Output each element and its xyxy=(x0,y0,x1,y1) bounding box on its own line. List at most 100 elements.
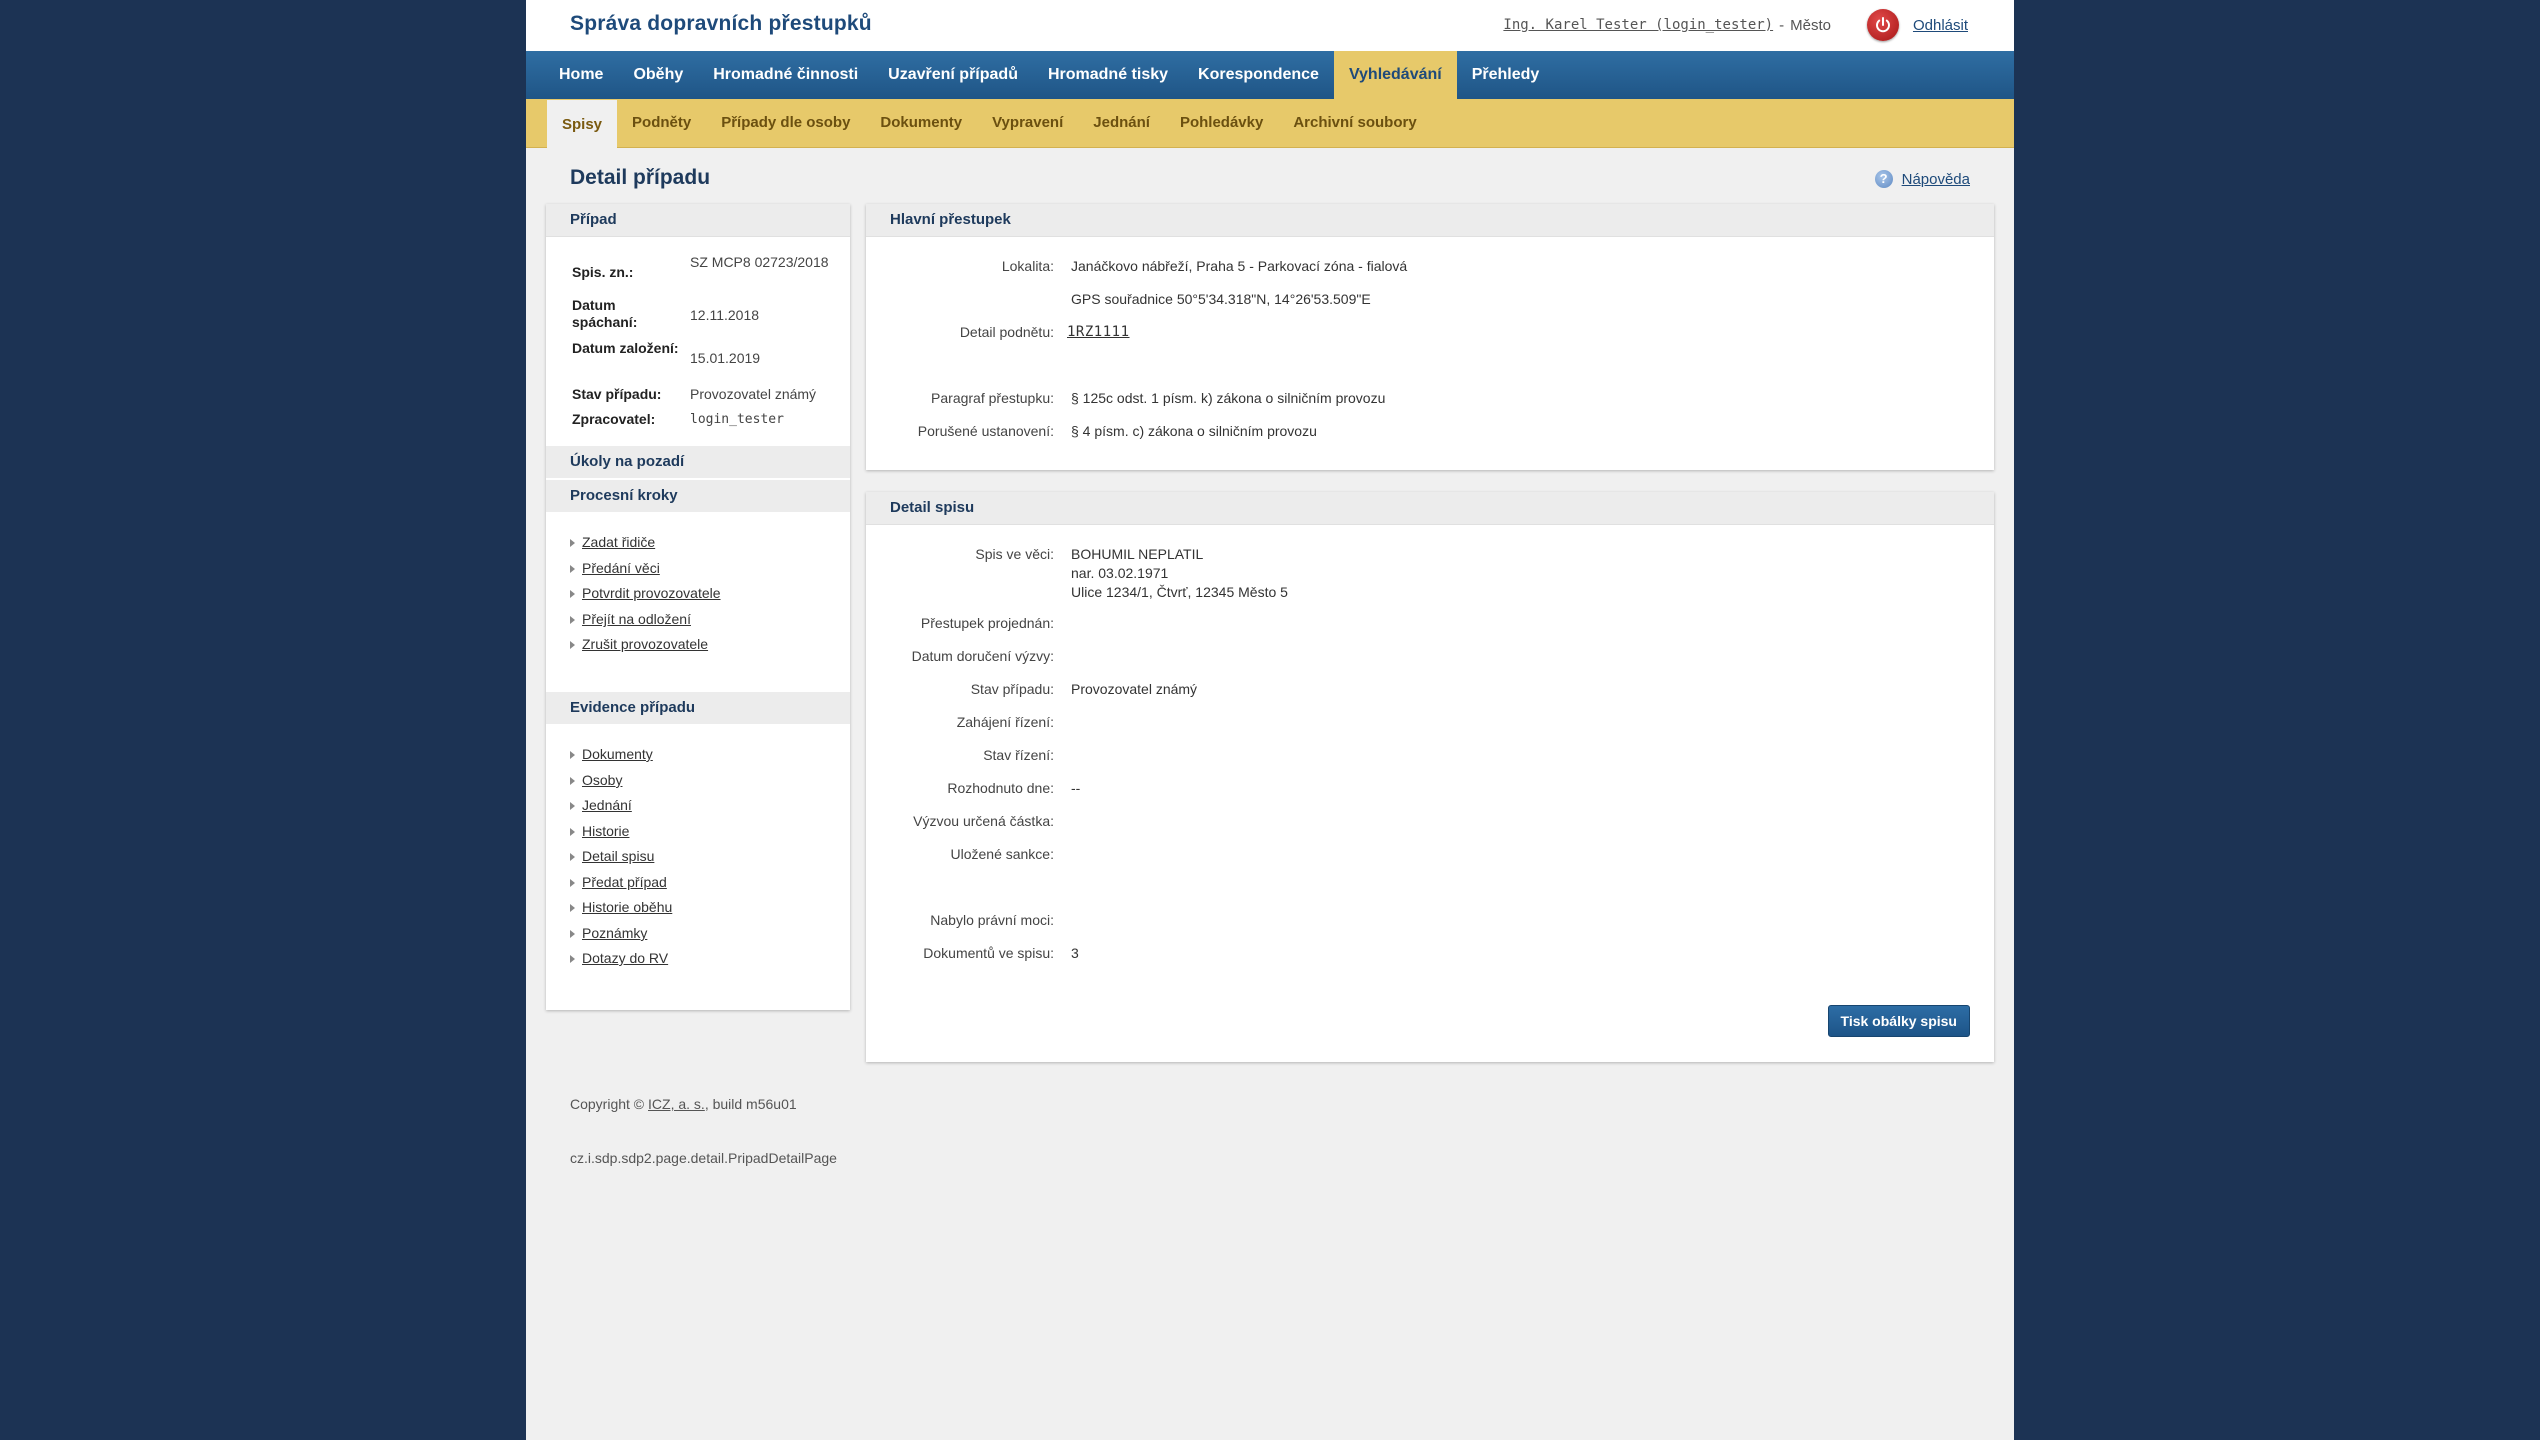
copyright-suffix: , build m56u01 xyxy=(704,1096,797,1112)
case-record-link[interactable]: Dotazy do RV xyxy=(582,950,668,966)
main-offence-panel: Hlavní přestupek Lokalita: Janáčkovo náb… xyxy=(866,204,1994,470)
subnav-archivni-soubory[interactable]: Archivní soubory xyxy=(1278,99,1431,147)
subnav-pohledavky[interactable]: Pohledávky xyxy=(1165,99,1278,147)
case-value: Provozovatel známý xyxy=(690,386,817,402)
help-link[interactable]: Nápověda xyxy=(1902,171,1970,188)
case-label: Stav případu: xyxy=(572,386,662,402)
copyright: Copyright © ICZ, a. s., build m56u01 xyxy=(570,1096,797,1112)
case-record-link[interactable]: Detail spisu xyxy=(582,848,654,864)
field-value: Provozovatel známý xyxy=(1071,681,1198,697)
user-city: Město xyxy=(1790,16,1831,34)
list-item: Přejít na odložení xyxy=(570,611,691,627)
case-record-link[interactable]: Historie xyxy=(582,823,629,839)
copyright-prefix: Copyright © xyxy=(570,1096,645,1112)
user-area: Ing. Karel Tester (login_tester) - Město… xyxy=(1503,8,1968,42)
case-label: Zpracovatel: xyxy=(572,411,656,427)
subnav-podnety[interactable]: Podněty xyxy=(617,99,706,147)
case-record-link[interactable]: Historie oběhu xyxy=(582,899,672,915)
field-label: Zahájení řízení: xyxy=(956,714,1054,730)
nav-vyhledavani[interactable]: Vyhledávání xyxy=(1333,51,1457,99)
field-label: Paragraf přestupku: xyxy=(931,390,1054,406)
question-icon[interactable]: ? xyxy=(1874,170,1893,188)
list-item: Potvrdit provozovatele xyxy=(570,585,721,601)
arrow-right-icon xyxy=(570,539,575,548)
help[interactable]: ? Nápověda xyxy=(1874,170,1970,188)
field-label: Rozhodnuto dne: xyxy=(947,780,1054,796)
list-item: Předání věci xyxy=(570,560,660,576)
case-value: 12.11.2018 xyxy=(690,307,760,323)
process-step-link[interactable]: Zadat řidiče xyxy=(582,534,655,550)
company-link[interactable]: ICZ, a. s. xyxy=(648,1096,705,1112)
print-cover-button[interactable]: Tisk obálky spisu xyxy=(1827,1005,1970,1037)
main-nav: Home Oběhy Hromadné činnosti Uzavření př… xyxy=(526,51,2014,99)
header: Správa dopravních přestupků Ing. Karel T… xyxy=(526,0,2014,51)
field-value: § 4 písm. c) zákona o silničním provozu xyxy=(1071,423,1317,439)
field-label: Datum doručení výzvy: xyxy=(911,648,1054,664)
power-icon[interactable] xyxy=(1866,9,1899,41)
case-record-link[interactable]: Osoby xyxy=(582,772,622,788)
case-label: Datum spáchaní: xyxy=(572,297,638,330)
list-item: Zadat řidiče xyxy=(570,534,655,550)
sub-nav: Spisy Podněty Případy dle osoby Dokument… xyxy=(526,99,2014,148)
page-class-label: cz.i.sdp.sdp2.page.detail.PripadDetailPa… xyxy=(570,1150,837,1166)
case-record-link[interactable]: Jednání xyxy=(582,797,632,813)
field-label: Výzvou určená částka: xyxy=(913,813,1054,829)
arrow-right-icon xyxy=(570,751,575,760)
nav-hromadne-cinnosti[interactable]: Hromadné činnosti xyxy=(698,51,873,99)
file-detail-heading: Detail spisu xyxy=(866,492,1994,525)
field-label: Lokalita: xyxy=(1001,258,1054,274)
case-record-link[interactable]: Předat případ xyxy=(582,874,667,890)
subject-birth: nar. 03.02.1971 xyxy=(1071,565,1169,581)
file-detail-panel: Detail spisu Spis ve věci: BOHUMIL NEPLA… xyxy=(866,492,1994,1062)
nav-prehledy[interactable]: Přehledy xyxy=(1457,51,1555,99)
subnav-vypraveni[interactable]: Vypravení xyxy=(977,99,1078,147)
list-item: Poznámky xyxy=(570,925,647,941)
list-item: Jednání xyxy=(570,797,632,813)
logout-link[interactable]: Odhlásit xyxy=(1913,17,1968,34)
field-value: Janáčkovo nábřeží, Praha 5 - Parkovací z… xyxy=(1071,258,1408,274)
process-step-link[interactable]: Potvrdit provozovatele xyxy=(582,585,721,601)
subnav-pripady-dle-osoby[interactable]: Případy dle osoby xyxy=(706,99,865,147)
case-heading: Případ xyxy=(546,204,850,237)
subject-address: Ulice 1234/1, Čtvrť, 12345 Město 5 xyxy=(1071,584,1288,600)
field-label: Detail podnětu: xyxy=(959,324,1054,340)
arrow-right-icon xyxy=(570,565,575,574)
page-title: Detail případu xyxy=(570,166,711,189)
case-record-link[interactable]: Dokumenty xyxy=(582,746,653,762)
list-item: Dokumenty xyxy=(570,746,653,762)
field-label: Spis ve věci: xyxy=(975,546,1054,562)
case-value: login_tester xyxy=(690,412,784,427)
process-step-link[interactable]: Předání věci xyxy=(582,560,660,576)
user-link[interactable]: Ing. Karel Tester (login_tester) xyxy=(1503,17,1773,33)
arrow-right-icon xyxy=(570,930,575,939)
field-label: Přestupek projednán: xyxy=(920,615,1054,631)
list-item: Osoby xyxy=(570,772,622,788)
case-label: Datum založení: xyxy=(572,340,679,356)
subnav-jednani[interactable]: Jednání xyxy=(1078,99,1165,147)
detail-link[interactable]: 1RZ1111 xyxy=(1067,323,1130,342)
nav-hromadne-tisky[interactable]: Hromadné tisky xyxy=(1033,51,1183,99)
nav-korespondence[interactable]: Korespondence xyxy=(1183,51,1334,99)
process-steps-heading: Procesní kroky xyxy=(546,480,850,512)
field-label: Porušené ustanovení: xyxy=(917,423,1054,439)
nav-uzavreni-pripadu[interactable]: Uzavření případů xyxy=(873,51,1033,99)
list-item: Historie oběhu xyxy=(570,899,672,915)
subnav-dokumenty[interactable]: Dokumenty xyxy=(865,99,977,147)
process-step-link[interactable]: Zrušit provozovatele xyxy=(582,636,708,652)
field-label: Dokumentů ve spisu: xyxy=(923,945,1054,961)
list-item: Detail spisu xyxy=(570,848,654,864)
field-value: GPS souřadnice 50°5'34.318"N, 14°26'53.5… xyxy=(1071,291,1371,307)
background-tasks-heading[interactable]: Úkoly na pozadí xyxy=(546,446,850,478)
arrow-right-icon xyxy=(570,641,575,650)
subject-name: BOHUMIL NEPLATIL xyxy=(1071,546,1204,562)
arrow-right-icon xyxy=(570,777,575,786)
case-record-link[interactable]: Poznámky xyxy=(582,925,647,941)
case-value: SZ MCP8 02723/2018 xyxy=(690,254,829,270)
nav-obehy[interactable]: Oběhy xyxy=(618,51,698,99)
field-label: Uložené sankce: xyxy=(950,846,1054,862)
process-step-link[interactable]: Přejít na odložení xyxy=(582,611,691,627)
subnav-spisy[interactable]: Spisy xyxy=(547,100,618,148)
nav-home[interactable]: Home xyxy=(526,51,618,99)
list-item: Dotazy do RV xyxy=(570,950,668,966)
arrow-right-icon xyxy=(570,853,575,862)
